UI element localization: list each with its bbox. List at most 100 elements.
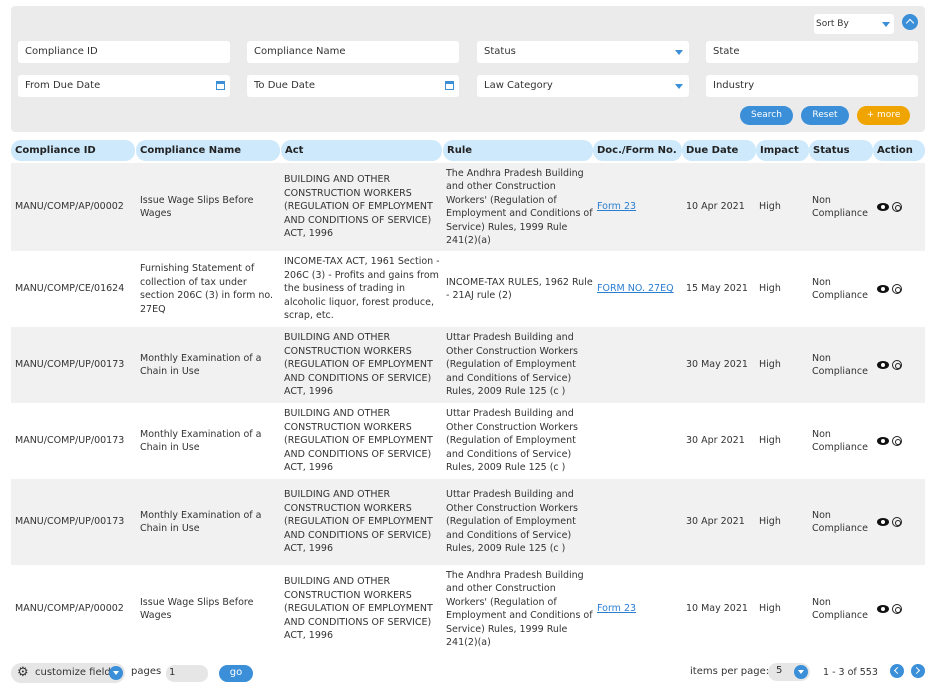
doc-form-link[interactable]: Form 23 — [597, 200, 636, 214]
table-footer: ⚙ customize field pages 1 go items per p… — [11, 660, 925, 686]
from-due-date-input[interactable]: From Due Date — [18, 75, 230, 97]
cell-compliance-id: MANU/COMP/AP/00002 — [15, 603, 124, 615]
compliance-name-input[interactable]: Compliance Name — [247, 41, 459, 63]
cell-action — [877, 403, 917, 479]
cell-doc-form — [597, 403, 683, 479]
compliance-id-placeholder: Compliance ID — [25, 46, 98, 57]
view-eye-icon[interactable] — [877, 361, 889, 369]
header-status[interactable]: Status — [809, 140, 873, 161]
cell-due-date: 15 May 2021 — [686, 283, 748, 295]
to-due-date-placeholder: To Due Date — [254, 80, 315, 91]
cell-due-date: 10 May 2021 — [686, 603, 748, 615]
filter-panel: Sort By Compliance ID Compliance Name St… — [11, 6, 925, 132]
cell-status: Non Compliance — [812, 276, 868, 302]
next-page-icon[interactable] — [911, 664, 925, 678]
table-row: MANU/COMP/AP/00002 Issue Wage Slips Befo… — [11, 565, 925, 653]
calendar-icon[interactable] — [216, 81, 225, 90]
cell-rule: The Andhra Pradesh Building and other Co… — [446, 167, 593, 247]
cell-impact: High — [759, 359, 781, 371]
reset-button[interactable]: Reset — [801, 106, 849, 125]
doc-form-link[interactable]: FORM NO. 27EQ — [597, 282, 674, 296]
calendar-icon[interactable] — [445, 81, 454, 90]
to-due-date-input[interactable]: To Due Date — [247, 75, 459, 97]
state-input[interactable]: State — [706, 41, 918, 63]
header-due-date[interactable]: Due Date — [682, 140, 756, 161]
cell-doc-form: Form 23 — [597, 565, 683, 653]
track-icon[interactable] — [892, 202, 902, 212]
cell-compliance-id: MANU/COMP/UP/00173 — [15, 516, 125, 528]
sort-by-label: Sort By — [816, 19, 849, 29]
law-category-select[interactable]: Law Category — [477, 75, 689, 97]
cell-impact: High — [759, 201, 781, 213]
header-rule[interactable]: Rule — [443, 140, 593, 161]
cell-impact: High — [759, 603, 781, 615]
chevron-down-icon — [675, 50, 683, 55]
collapse-filters-button[interactable] — [902, 14, 918, 30]
track-icon[interactable] — [892, 436, 902, 446]
sort-by-select[interactable]: Sort By — [814, 14, 894, 34]
header-act[interactable]: Act — [281, 140, 442, 161]
pagination-range: 1 - 3 of 553 — [823, 667, 878, 678]
chevron-down-icon — [882, 22, 890, 27]
cell-rule: INCOME-TAX RULES, 1962 Rule - 21AJ rule … — [446, 276, 593, 302]
cell-act: INCOME-TAX ACT, 1961 Section - 206C (3) … — [284, 256, 440, 322]
cell-doc-form — [597, 327, 683, 403]
items-per-page-value: 5 — [776, 665, 783, 676]
compliance-name-placeholder: Compliance Name — [254, 46, 346, 57]
cell-compliance-name: Furnishing Statement of collection of ta… — [140, 263, 274, 315]
track-icon[interactable] — [892, 360, 902, 370]
cell-due-date: 30 Apr 2021 — [686, 516, 745, 528]
cell-act: BUILDING AND OTHER CONSTRUCTION WORKERS … — [284, 174, 433, 240]
cell-compliance-name: Monthly Examination of a Chain in Use — [140, 509, 262, 535]
doc-form-link[interactable]: Form 23 — [597, 602, 636, 616]
cell-act: BUILDING AND OTHER CONSTRUCTION WORKERS … — [284, 489, 433, 555]
cell-rule: Uttar Pradesh Building and Other Constru… — [446, 332, 578, 398]
industry-input[interactable]: Industry — [706, 75, 918, 97]
search-button[interactable]: Search — [740, 106, 793, 125]
track-icon[interactable] — [892, 284, 902, 294]
cell-impact: High — [759, 516, 781, 528]
header-compliance-id[interactable]: Compliance ID — [11, 140, 135, 161]
status-select[interactable]: Status — [477, 41, 689, 63]
cell-rule: Uttar Pradesh Building and Other Constru… — [446, 408, 578, 474]
state-placeholder: State — [713, 46, 740, 57]
cell-act: BUILDING AND OTHER CONSTRUCTION WORKERS … — [284, 576, 433, 642]
cell-compliance-name: Issue Wage Slips Before Wages — [140, 596, 254, 622]
view-eye-icon[interactable] — [877, 437, 889, 445]
chevron-down-icon[interactable] — [109, 666, 123, 680]
cell-due-date: 30 Apr 2021 — [686, 435, 745, 447]
view-eye-icon[interactable] — [877, 285, 889, 293]
header-action: Action — [873, 140, 925, 161]
customize-field-button[interactable]: ⚙ customize field — [11, 663, 125, 683]
more-filters-button[interactable]: + more — [857, 106, 910, 125]
view-eye-icon[interactable] — [877, 518, 889, 526]
items-per-page-select[interactable]: 5 — [768, 663, 810, 681]
table-row: MANU/COMP/UP/00173 Monthly Examination o… — [11, 327, 925, 403]
cell-action — [877, 565, 917, 653]
view-eye-icon[interactable] — [877, 203, 889, 211]
chevron-down-icon — [675, 84, 683, 89]
track-icon[interactable] — [892, 517, 902, 527]
track-icon[interactable] — [892, 604, 902, 614]
header-compliance-name[interactable]: Compliance Name — [136, 140, 280, 161]
cell-compliance-id: MANU/COMP/AP/00002 — [15, 201, 124, 213]
cell-action — [877, 327, 917, 403]
pages-label: pages — [131, 666, 162, 677]
cell-compliance-id: MANU/COMP/UP/00173 — [15, 435, 125, 447]
compliance-id-input[interactable]: Compliance ID — [18, 41, 230, 63]
from-due-date-placeholder: From Due Date — [25, 80, 101, 91]
header-doc-form-no[interactable]: Doc./Form No. — [593, 140, 682, 161]
cell-impact: High — [759, 435, 781, 447]
view-eye-icon[interactable] — [877, 605, 889, 613]
page-number-input[interactable]: 1 — [166, 665, 208, 682]
cell-rule: Uttar Pradesh Building and Other Constru… — [446, 489, 578, 555]
cell-doc-form: Form 23 — [597, 163, 683, 251]
previous-page-icon[interactable] — [890, 664, 904, 678]
table-row: MANU/COMP/AP/00002 Issue Wage Slips Befo… — [11, 163, 925, 251]
table-row: MANU/COMP/UP/00173 Monthly Examination o… — [11, 403, 925, 479]
status-placeholder: Status — [484, 46, 516, 57]
customize-field-label: customize field — [35, 667, 111, 678]
header-impact[interactable]: Impact — [756, 140, 809, 161]
cell-compliance-name: Monthly Examination of a Chain in Use — [140, 428, 262, 454]
go-button[interactable]: go — [219, 665, 253, 682]
